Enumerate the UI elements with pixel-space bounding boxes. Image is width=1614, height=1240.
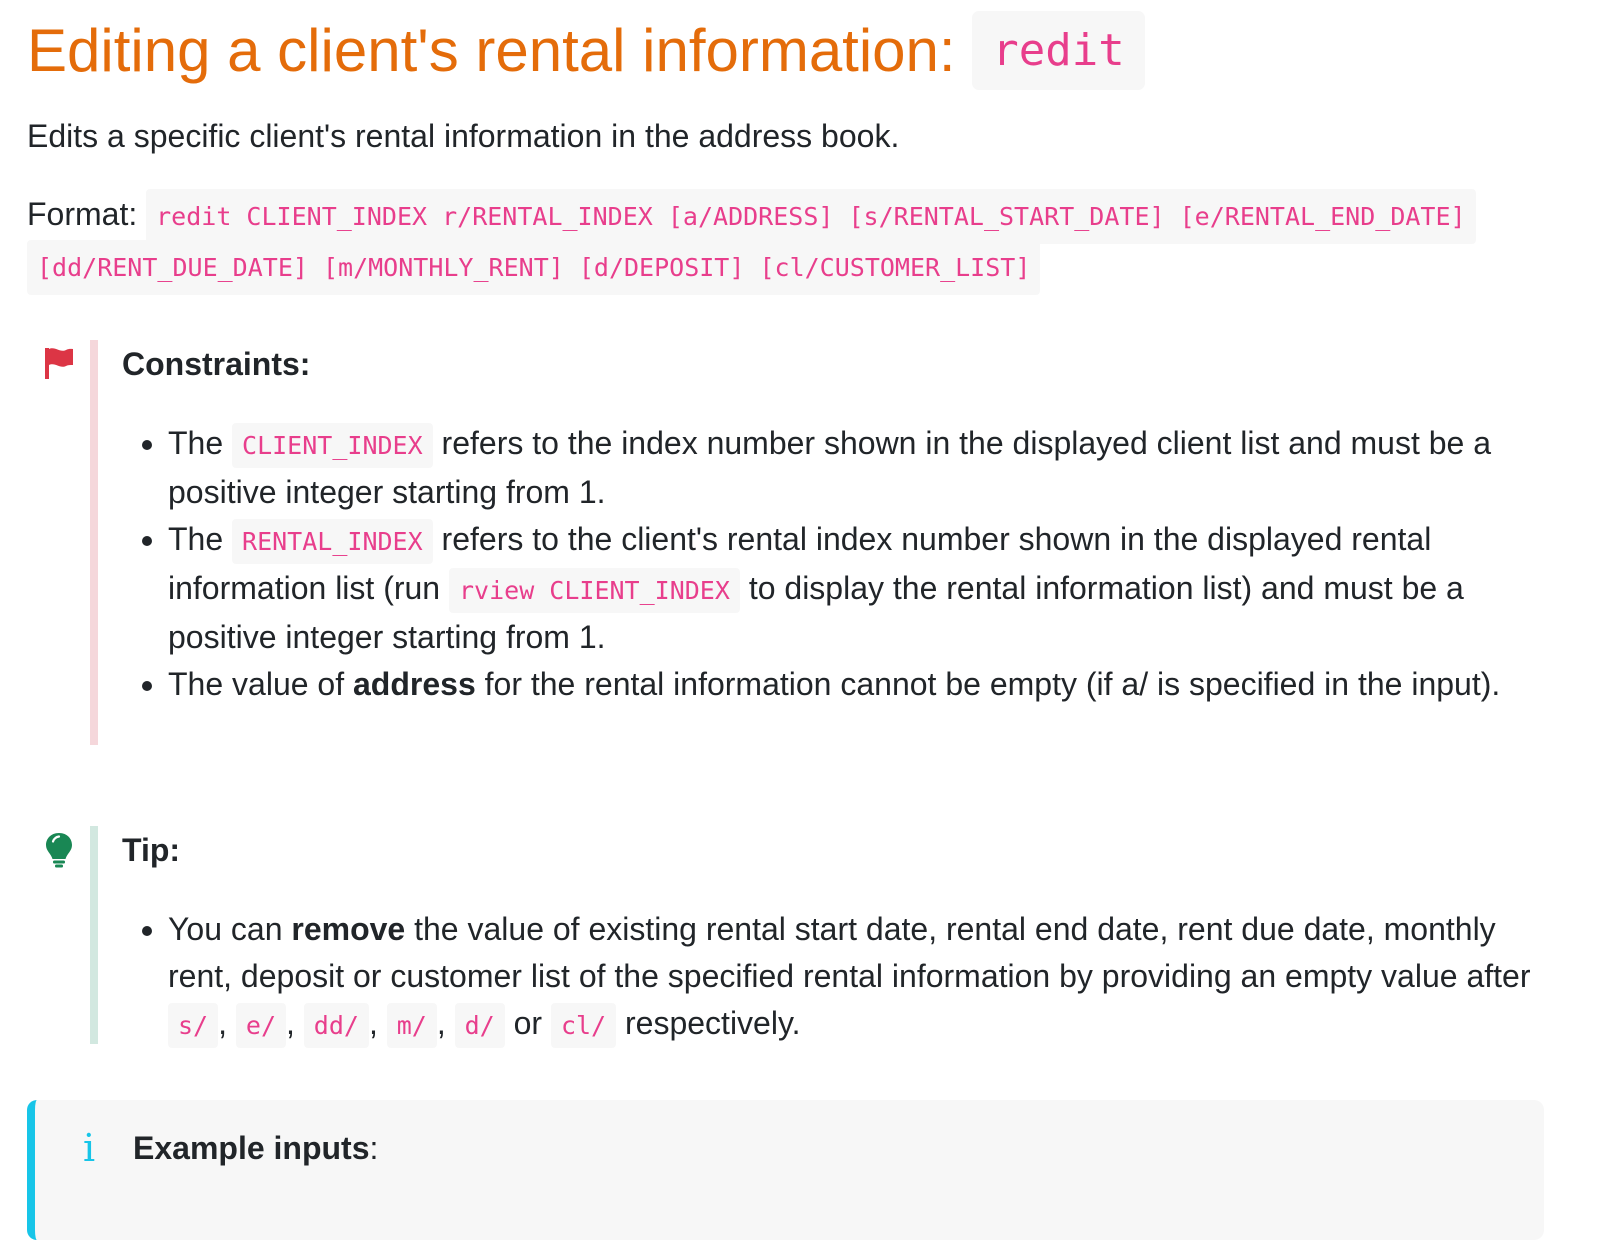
separator: , bbox=[368, 1005, 387, 1041]
tip-bar bbox=[90, 826, 98, 1044]
inline-code: e/ bbox=[235, 1003, 286, 1048]
tip-title: Tip: bbox=[122, 832, 181, 868]
format-syntax: redit CLIENT_INDEX r/RENTAL_INDEX [a/ADD… bbox=[27, 189, 1476, 295]
lightbulb-icon bbox=[46, 833, 72, 868]
inline-code: m/ bbox=[386, 1003, 437, 1048]
constraints-title: Constraints: bbox=[122, 346, 311, 382]
inline-code: s/ bbox=[168, 1003, 219, 1048]
format-line: Format: redit CLIENT_INDEX r/RENTAL_INDE… bbox=[27, 189, 1567, 295]
intro-text: Edits a specific client's rental informa… bbox=[27, 118, 900, 154]
bold-text: remove bbox=[291, 911, 406, 947]
page-title-text: Editing a client's rental information: bbox=[27, 17, 973, 84]
tip-text: You can bbox=[168, 911, 292, 947]
inline-code: rview CLIENT_INDEX bbox=[448, 568, 740, 613]
constraint-text: The bbox=[168, 521, 233, 557]
command-code: redit bbox=[972, 11, 1145, 90]
constraint-text: The bbox=[168, 425, 233, 461]
list-item: The value of address for the rental info… bbox=[168, 661, 1568, 708]
info-title-colon: : bbox=[369, 1130, 379, 1166]
list-item: The RENTAL_INDEX refers to the client's … bbox=[168, 516, 1568, 661]
info-title: Example inputs: bbox=[133, 1124, 378, 1172]
inline-code: dd/ bbox=[303, 1003, 369, 1048]
constraints-box: Constraints: The CLIENT_INDEX refers to … bbox=[0, 340, 1560, 745]
info-icon: i bbox=[83, 1126, 96, 1170]
inline-code: d/ bbox=[454, 1003, 505, 1048]
info-box: i Example inputs: bbox=[27, 1100, 1544, 1240]
page-title: Editing a client's rental information: r… bbox=[27, 10, 1145, 92]
constraints-bar bbox=[90, 340, 98, 745]
inline-code: RENTAL_INDEX bbox=[232, 519, 433, 564]
separator: , bbox=[218, 1005, 236, 1041]
format-label: Format: bbox=[27, 196, 138, 232]
flag-icon bbox=[45, 348, 73, 379]
inline-code: CLIENT_INDEX bbox=[232, 423, 433, 468]
tip-list: You can remove the value of existing ren… bbox=[122, 906, 1568, 1049]
constraint-text: The value of bbox=[168, 666, 353, 702]
inline-code: cl/ bbox=[550, 1003, 617, 1048]
list-item: You can remove the value of existing ren… bbox=[168, 906, 1568, 1049]
constraints-list: The CLIENT_INDEX refers to the index num… bbox=[122, 420, 1568, 708]
separator: , bbox=[286, 1005, 304, 1041]
list-item: The CLIENT_INDEX refers to the index num… bbox=[168, 420, 1568, 516]
separator: , bbox=[436, 1005, 455, 1041]
bold-text: address bbox=[353, 666, 476, 702]
separator: or bbox=[504, 1005, 551, 1041]
tip-box: Tip: You can remove the value of existin… bbox=[0, 826, 1560, 1048]
tip-text: respectively. bbox=[616, 1005, 801, 1041]
constraint-text: for the rental information cannot be emp… bbox=[475, 666, 1501, 702]
info-title-bold: Example inputs bbox=[133, 1130, 370, 1166]
